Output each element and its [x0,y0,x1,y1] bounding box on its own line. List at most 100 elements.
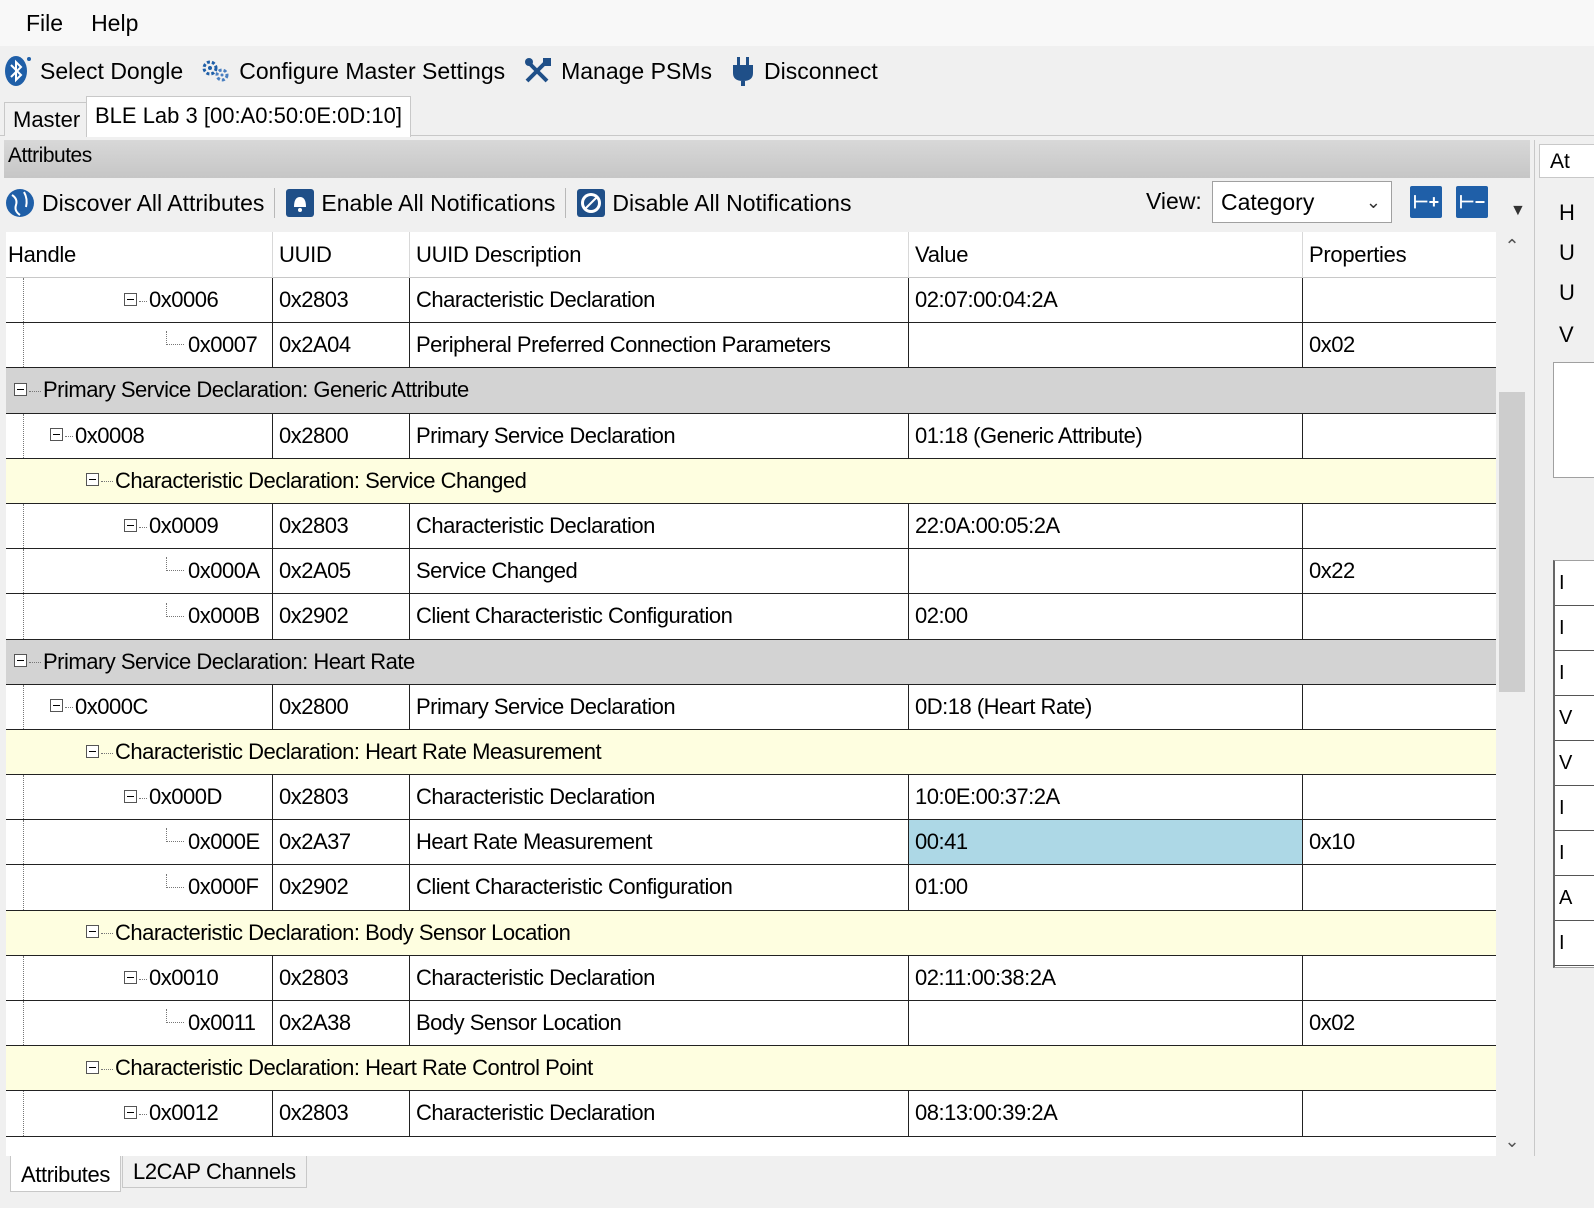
tree-connector [166,828,184,843]
grid-header: Handle UUID UUID Description Value Prope… [6,232,1496,278]
attribute-row[interactable]: 0x000E 0x2A37 Heart Rate Measurement 00:41 0… [6,820,1496,866]
attribute-row[interactable]: 0x0007 0x2A04 Peripheral Preferred Connect… [6,323,1496,369]
details-list-item[interactable]: I [1555,921,1594,966]
value-cell[interactable]: 22:0A:00:05:2A [909,503,1303,549]
attribute-row[interactable]: 0x0009 0x2803 Characteristic Declaration 22… [6,503,1496,550]
attribute-row[interactable]: 0x000B 0x2902 Client Characteristic Config… [6,594,1496,640]
attribute-row[interactable]: 0x000A 0x2A05 Service Changed 0x22 [6,549,1496,595]
details-list-item[interactable]: A [1555,876,1594,921]
menu-bar: File Help [0,0,1594,46]
handle-cell: 0x0009 [6,503,273,549]
collapse-toggle-icon[interactable] [50,428,63,442]
details-list-item[interactable]: V [1555,696,1594,741]
tab-ble-lab-3[interactable]: BLE Lab 3 [00:A0:50:0E:0D:10] [86,96,412,137]
attribute-row[interactable]: 0x0012 0x2803 Characteristic Declaration 08… [6,1091,1496,1137]
uuid-cell: 0x2800 [273,684,410,729]
attribute-row[interactable]: 0x000C 0x2800 Primary Service Declaration 0… [6,684,1496,730]
value-cell[interactable]: 0D:18 (Heart Rate) [909,684,1303,729]
configure-master-button[interactable]: Configure Master Settings [201,51,505,91]
value-cell[interactable] [909,323,1303,368]
column-header-properties[interactable]: Properties [1303,232,1496,278]
details-tab[interactable]: At [1539,144,1594,178]
scrollbar-thumb[interactable] [1499,392,1525,692]
service-group-row[interactable]: Primary Service Declaration: Heart Rate [6,639,1496,685]
characteristic-group-row[interactable]: Characteristic Declaration: Heart Rate M… [6,729,1496,776]
collapse-toggle-icon[interactable] [86,1060,99,1074]
characteristic-group-row[interactable]: Characteristic Declaration: Service Chan… [6,458,1496,504]
collapse-toggle-icon[interactable] [124,970,137,984]
value-cell[interactable]: 02:07:00:04:2A [909,278,1303,323]
details-list-item[interactable]: V [1555,741,1594,786]
collapse-toggle-icon[interactable] [86,473,99,487]
details-list-item[interactable]: I [1555,606,1594,651]
tab-l2cap-channels[interactable]: L2CAP Channels [122,1156,307,1188]
column-header-value[interactable]: Value [909,232,1303,278]
tab-attributes[interactable]: Attributes [10,1156,121,1192]
collapse-toggle-icon[interactable] [124,292,137,306]
handle-text: 0x0008 [75,422,145,448]
group-row-cell: Characteristic Declaration: Heart Rate M… [86,730,602,774]
collapse-toggle-icon[interactable] [14,654,27,668]
column-header-uuid[interactable]: UUID [273,232,410,278]
disconnect-button[interactable]: Disconnect [730,51,878,91]
value-cell[interactable]: 02:00 [909,594,1303,639]
attribute-row[interactable]: 0x0006 0x2803 Characteristic Declaration 02… [6,278,1496,324]
properties-cell: 0x10 [1309,829,1355,855]
handle-cell: 0x000D [6,775,273,820]
view-select[interactable]: Category ⌄ [1212,181,1392,223]
collapse-toggle-icon[interactable] [14,383,27,397]
value-cell[interactable]: 08:13:00:39:2A [909,1091,1303,1136]
collapse-toggle-icon[interactable] [124,1106,137,1120]
value-cell[interactable] [909,549,1303,594]
tree-connector [139,526,147,528]
service-group-row[interactable]: Primary Service Declaration: Generic Att… [6,368,1496,414]
disable-all-notifications-button[interactable]: Disable All Notifications [576,183,851,223]
collapse-toggle-icon[interactable] [86,744,99,758]
toolbar-overflow-icon[interactable]: ▼ [1510,202,1526,220]
menu-file[interactable]: File [12,0,77,46]
details-list-item[interactable]: I [1555,831,1594,876]
handle-tree-node: 0x000A [166,549,260,593]
collapse-toggle-icon[interactable] [86,925,99,939]
details-list-item[interactable]: I [1555,561,1594,606]
characteristic-group-row[interactable]: Characteristic Declaration: Heart Rate C… [6,1046,1496,1092]
value-cell[interactable]: 10:0E:00:37:2A [909,775,1303,820]
value-cell[interactable]: 02:11:00:38:2A [909,955,1303,1000]
value-cell[interactable] [909,1001,1303,1046]
scroll-down-icon[interactable]: ⌄ [1496,1131,1528,1152]
handle-cell: 0x000F [6,865,273,910]
enable-all-notifications-button[interactable]: Enable All Notifications [285,183,555,223]
details-list-item[interactable]: I [1555,786,1594,831]
attribute-row[interactable]: 0x000F 0x2902 Client Characteristic Config… [6,865,1496,911]
details-list-item[interactable]: I [1555,651,1594,696]
collapse-toggle-icon[interactable] [124,789,137,803]
tab-master[interactable]: Master [4,102,90,136]
collapse-toggle-icon[interactable] [124,518,137,532]
column-header-handle[interactable]: Handle [6,232,273,278]
handle-tree-node: 0x0008 [50,414,145,458]
attribute-row[interactable]: 0x0008 0x2800 Primary Service Declaration 0… [6,413,1496,459]
select-dongle-button[interactable]: Select Dongle [4,51,183,91]
details-list[interactable]: IIIVVIIAI [1553,560,1594,968]
uuid-cell: 0x2800 [273,413,410,458]
value-cell[interactable]: 01:18 (Generic Attribute) [909,413,1303,458]
value-cell[interactable]: 01:00 [909,865,1303,910]
scroll-up-icon[interactable]: ⌃ [1496,236,1528,257]
details-textbox[interactable] [1553,362,1594,478]
uuid-cell: 0x2902 [273,594,410,639]
column-header-uuid-description[interactable]: UUID Description [410,232,909,278]
characteristic-group-row[interactable]: Characteristic Declaration: Body Sensor … [6,910,1496,956]
manage-psms-button[interactable]: Manage PSMs [523,51,712,91]
attribute-row[interactable]: 0x000D 0x2803 Characteristic Declaration 10… [6,775,1496,821]
grid-scrollbar[interactable]: ⌃ ⌄ [1496,232,1528,1156]
collapse-all-button[interactable]: ⊢− [1456,186,1488,218]
menu-help[interactable]: Help [77,0,152,46]
group-row-cell: Characteristic Declaration: Body Sensor … [86,911,571,955]
collapse-toggle-icon[interactable] [50,699,63,713]
value-cell[interactable]: 00:41 [909,820,1303,865]
discover-all-attributes-button[interactable]: Discover All Attributes [4,183,264,223]
handle-text: 0x000B [188,603,260,629]
attribute-row[interactable]: 0x0010 0x2803 Characteristic Declaration 02… [6,955,1496,1001]
attribute-row[interactable]: 0x0011 0x2A38 Body Sensor Location 0x02 [6,1001,1496,1047]
expand-all-button[interactable]: ⊢+ [1410,186,1442,218]
